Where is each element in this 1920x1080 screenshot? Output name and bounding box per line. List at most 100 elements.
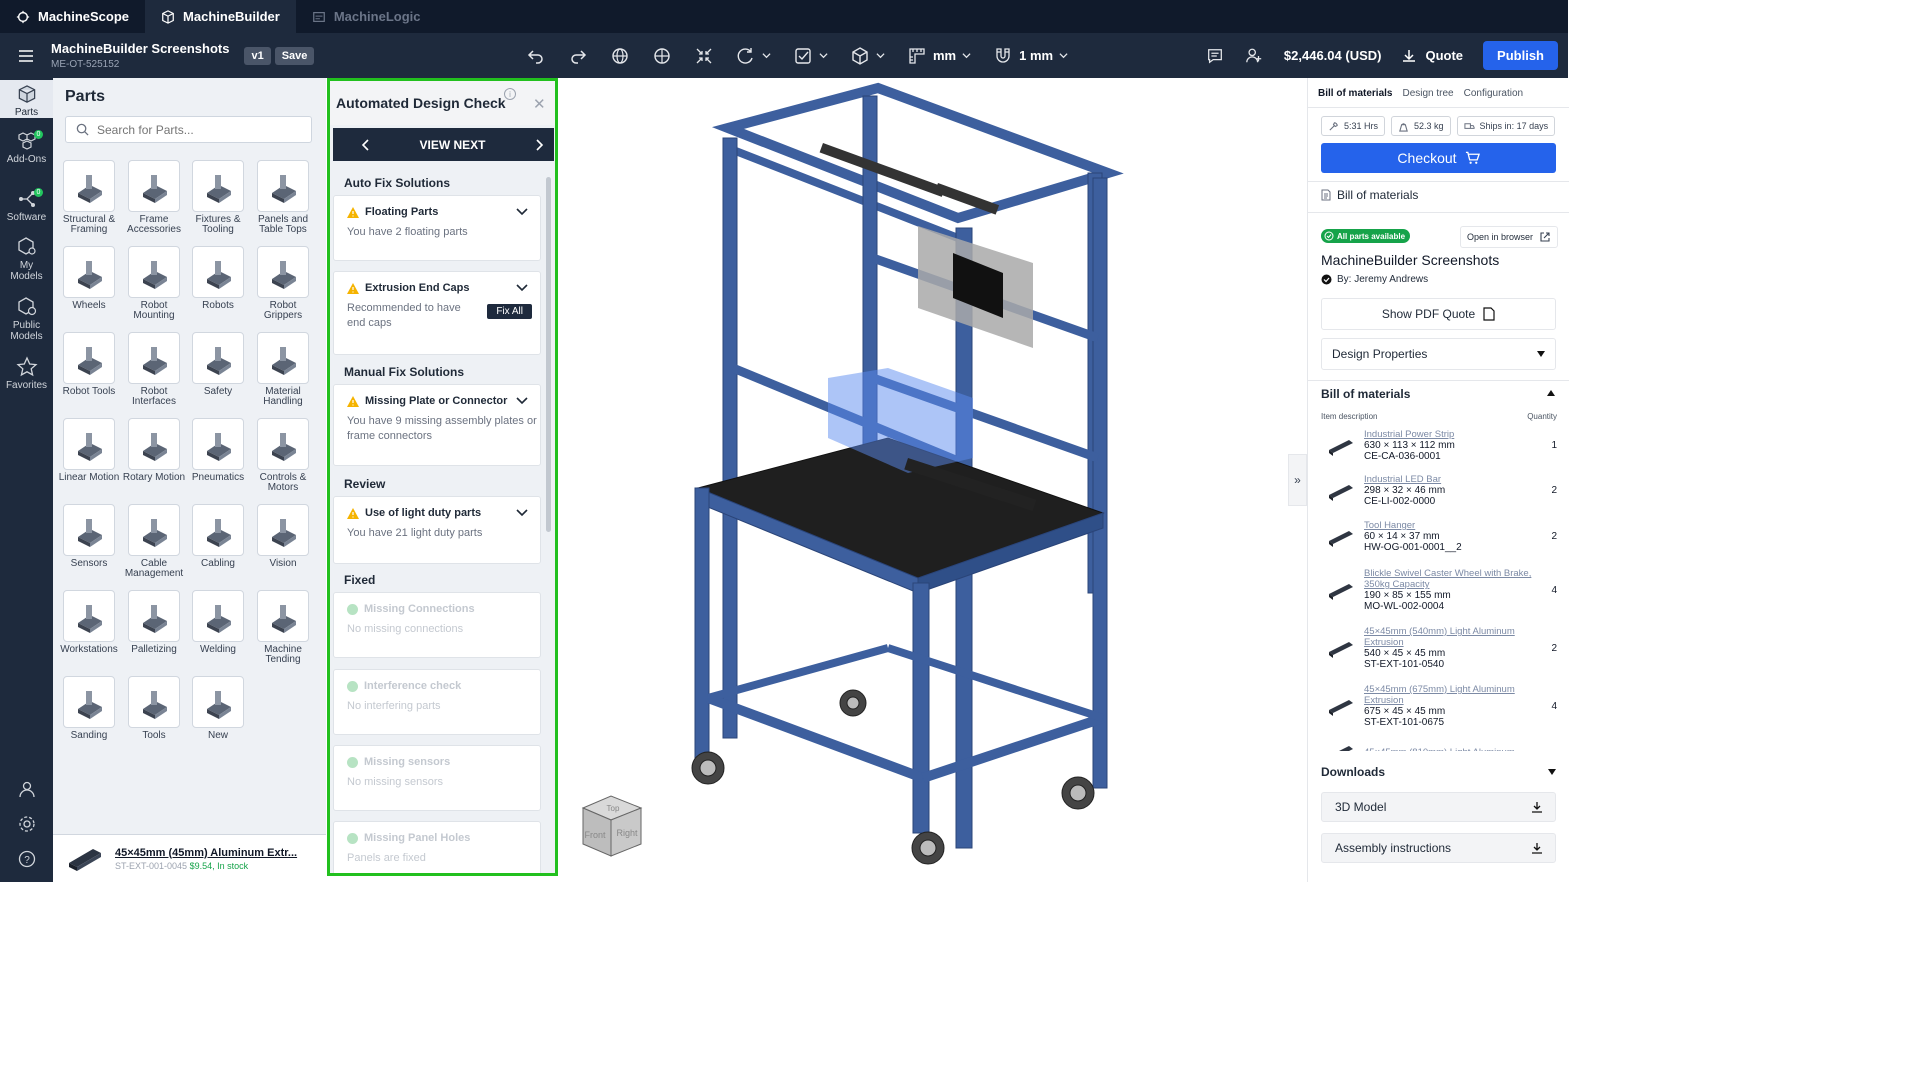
tab-design-tree[interactable]: Design tree (1402, 88, 1453, 99)
category-robots[interactable]: Robots (187, 246, 249, 311)
category-new[interactable]: New (187, 676, 249, 741)
checkout-button[interactable]: Checkout (1321, 143, 1556, 173)
category-robot-tools[interactable]: Robot Tools (58, 332, 120, 397)
category-machine-tending[interactable]: Machine Tending (252, 590, 314, 665)
check-card-interference[interactable]: Interference check No interfering parts (333, 669, 541, 735)
category-sanding[interactable]: Sanding (58, 676, 120, 741)
close-icon[interactable]: ✕ (533, 95, 546, 113)
bom-row[interactable]: 45×45mm (540mm) Light Aluminum Extrusion… (1321, 626, 1557, 670)
selected-part-footer[interactable]: 45×45mm (45mm) Aluminum Extr... ST-EXT-0… (53, 834, 326, 882)
category-sensors[interactable]: Sensors (58, 504, 120, 569)
category-cabling[interactable]: Cabling (187, 504, 249, 569)
caret-down-icon[interactable] (1548, 769, 1556, 775)
check-card-end-caps[interactable]: Extrusion End Caps Recommended to have e… (333, 271, 541, 355)
help-icon[interactable]: ? (18, 850, 36, 868)
rotate-tool-icon[interactable] (725, 33, 782, 78)
snap-selector[interactable]: 1 mm (982, 33, 1079, 78)
category-workstations[interactable]: Workstations (58, 590, 120, 655)
version-button[interactable]: v1 (244, 46, 271, 65)
publish-button[interactable]: Publish (1483, 41, 1558, 70)
design-properties-dropdown[interactable]: Design Properties (1321, 338, 1556, 370)
undo-icon[interactable] (515, 33, 557, 78)
check-card-floating[interactable]: Floating Parts You have 2 floating parts (333, 195, 541, 261)
category-frame-accessories[interactable]: Frame Accessories (123, 160, 185, 235)
bom-item-name[interactable]: Industrial Power Strip (1364, 429, 1537, 440)
bom-item-name[interactable]: 45×45mm (540mm) Light Aluminum Extrusion (1364, 626, 1537, 648)
menu-icon[interactable] (0, 49, 52, 63)
info-icon[interactable]: i (504, 88, 516, 100)
search-input[interactable] (97, 122, 297, 137)
category-robot-grippers[interactable]: Robot Grippers (252, 246, 314, 321)
quote-button[interactable]: Quote (1401, 48, 1463, 64)
category-pneumatics[interactable]: Pneumatics (187, 418, 249, 483)
bom-item-name[interactable]: Blickle Swivel Caster Wheel with Brake, … (1364, 568, 1537, 590)
category-controls-motors[interactable]: Controls & Motors (252, 418, 314, 493)
bom-item-name[interactable]: Industrial LED Bar (1364, 474, 1537, 485)
rail-item-my-models[interactable]: My Models (0, 236, 53, 282)
selected-part-name[interactable]: 45×45mm (45mm) Aluminum Extr... (115, 847, 297, 859)
add-user-icon[interactable] (1244, 47, 1264, 65)
tab-machinebuilder[interactable]: MachineBuilder (145, 0, 296, 33)
rail-item-public-models[interactable]: Public Models (0, 296, 53, 342)
category-palletizing[interactable]: Palletizing (123, 590, 185, 655)
category-linear-motion[interactable]: Linear Motion (58, 418, 120, 483)
fit-view-icon[interactable] (683, 33, 725, 78)
parts-search[interactable] (65, 116, 312, 143)
caret-up-icon[interactable] (1547, 390, 1555, 396)
check-card-light-duty[interactable]: Use of light duty parts You have 21 ligh… (333, 496, 541, 564)
tab-bill-of-materials[interactable]: Bill of materials (1318, 88, 1392, 99)
check-card-panel-holes[interactable]: Missing Panel Holes Panels are fixed (333, 821, 541, 873)
box-view-icon[interactable] (839, 33, 896, 78)
check-card-connections[interactable]: Missing Connections No missing connectio… (333, 592, 541, 658)
tab-configuration[interactable]: Configuration (1464, 88, 1523, 99)
redo-icon[interactable] (557, 33, 599, 78)
category-wheels[interactable]: Wheels (58, 246, 120, 311)
units-selector[interactable]: mm (896, 33, 982, 78)
fix-all-button[interactable]: Fix All (487, 304, 532, 319)
category-tools[interactable]: Tools (123, 676, 185, 741)
chevron-down-icon[interactable] (516, 395, 528, 407)
bom-item-name[interactable]: Tool Hanger (1364, 520, 1537, 531)
comment-icon[interactable] (1206, 47, 1224, 65)
category-robot-mounting[interactable]: Robot Mounting (123, 246, 185, 321)
check-card-missing-plate[interactable]: Missing Plate or Connector You have 9 mi… (333, 384, 541, 466)
chevron-down-icon[interactable] (516, 507, 528, 519)
category-rotary-motion[interactable]: Rotary Motion (123, 418, 185, 483)
gear-icon[interactable] (18, 815, 36, 833)
bom-row[interactable]: Industrial Power Strip 630 × 113 × 112 mm… (1321, 429, 1557, 462)
category-vision[interactable]: Vision (252, 504, 314, 569)
category-fixtures-tooling[interactable]: Fixtures & Tooling (187, 160, 249, 235)
orbit-icon[interactable] (641, 33, 683, 78)
rail-item-parts[interactable]: Parts (0, 80, 53, 118)
bom-item-name[interactable]: 45×45mm (675mm) Light Aluminum Extrusion (1364, 684, 1537, 706)
chevron-down-icon[interactable] (516, 206, 528, 218)
open-in-browser-button[interactable]: Open in browser (1460, 226, 1559, 248)
bom-row[interactable]: Tool Hanger 60 × 14 × 37 mm HW-OG-001-0001… (1321, 520, 1557, 553)
category-welding[interactable]: Welding (187, 590, 249, 655)
rail-item-favorites[interactable]: Favorites (0, 356, 53, 391)
bom-row[interactable]: 45×45mm (675mm) Light Aluminum Extrusion… (1321, 684, 1557, 728)
category-panels-and-table-tops[interactable]: Panels and Table Tops (252, 160, 314, 235)
chevron-down-icon[interactable] (516, 282, 528, 294)
view-cube[interactable]: Top Front Right (575, 790, 647, 860)
3d-viewport[interactable] (558, 78, 1307, 882)
scrollbar[interactable] (546, 177, 551, 532)
account-icon[interactable] (18, 780, 36, 798)
category-robot-interfaces[interactable]: Robot Interfaces (123, 332, 185, 407)
save-button[interactable]: Save (274, 46, 315, 65)
download-assembly-button[interactable]: Assembly instructions (1321, 833, 1556, 863)
rail-item-addons[interactable]: 0 Add-Ons (0, 130, 53, 165)
select-tool-icon[interactable] (782, 33, 839, 78)
category-cable-management[interactable]: Cable Management (123, 504, 185, 579)
bom-row[interactable]: Industrial LED Bar 298 × 32 × 46 mm CE-LI-… (1321, 474, 1557, 507)
category-safety[interactable]: Safety (187, 332, 249, 397)
chevron-right-icon[interactable] (534, 138, 544, 151)
tab-machinelogic[interactable]: MachineLogic (296, 0, 437, 33)
download-3d-model-button[interactable]: 3D Model (1321, 792, 1556, 822)
view-next-button[interactable]: VIEW NEXT (419, 138, 485, 152)
category-structural-framing[interactable]: Structural & Framing (58, 160, 120, 235)
chevron-left-icon[interactable] (361, 138, 371, 151)
category-material-handling[interactable]: Material Handling (252, 332, 314, 407)
bom-row[interactable]: Blickle Swivel Caster Wheel with Brake, … (1321, 568, 1557, 612)
collapse-panel-button[interactable]: » (1288, 454, 1307, 506)
